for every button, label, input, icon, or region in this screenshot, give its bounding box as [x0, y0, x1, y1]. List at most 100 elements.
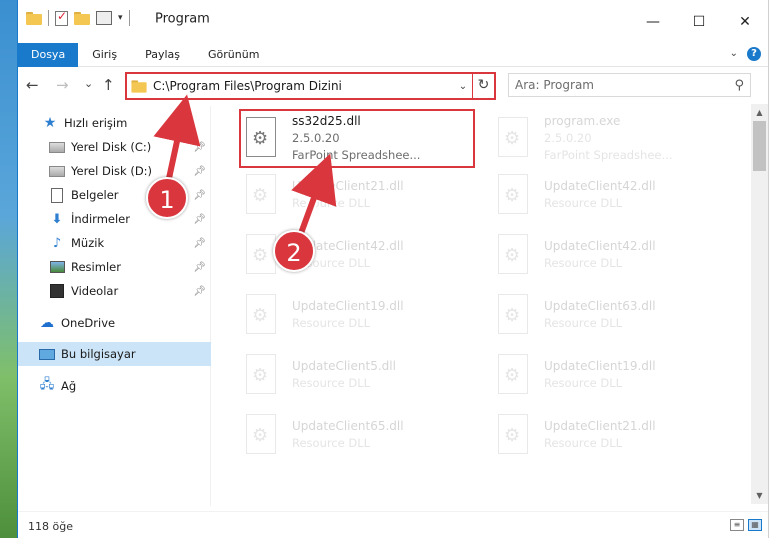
file-item[interactable]: UpdateClient21.dll Resource DLL: [244, 166, 484, 224]
vertical-scrollbar[interactable]: ▲ ▼: [751, 104, 768, 504]
dll-file-icon: [244, 174, 278, 216]
scroll-thumb[interactable]: [753, 121, 766, 171]
search-input[interactable]: [515, 78, 735, 92]
help-icon[interactable]: ?: [747, 47, 761, 61]
file-description: Resource DLL: [292, 196, 371, 210]
tab-file[interactable]: Dosya: [18, 42, 79, 67]
pin-icon[interactable]: 📌︎: [193, 238, 206, 249]
window-title: Program: [155, 11, 210, 27]
pictures-icon: [49, 259, 65, 275]
sidebar-item-local-disk-c[interactable]: Yerel Disk (C:) 📌︎: [18, 135, 211, 159]
file-item[interactable]: UpdateClient42.dll Resource DLL: [496, 166, 736, 224]
file-item[interactable]: UpdateClient19.dll Resource DLL: [496, 346, 736, 404]
scroll-down-icon[interactable]: ▼: [751, 487, 768, 504]
sidebar-item-pictures[interactable]: Resimler 📌︎: [18, 255, 211, 279]
properties-check-icon[interactable]: [55, 9, 68, 26]
sidebar-item-label: Hızlı erişim: [64, 116, 128, 130]
sidebar-item-network[interactable]: 🖧︎ Ağ: [18, 374, 211, 398]
tab-home[interactable]: Giriş: [78, 43, 131, 67]
back-button[interactable]: ←: [26, 76, 39, 94]
chevron-down-icon[interactable]: ⌄: [454, 81, 472, 92]
computer-icon: [39, 346, 55, 362]
dll-file-icon: [496, 294, 530, 336]
sidebar-item-videos[interactable]: Videolar 📌︎: [18, 279, 211, 303]
file-item-program-exe[interactable]: program.exe 2.5.0.20 FarPoint Spreadshee…: [496, 109, 736, 167]
sidebar-item-label: Resimler: [71, 260, 121, 274]
maximize-button[interactable]: ☐: [676, 8, 722, 36]
forward-button[interactable]: →: [56, 76, 69, 94]
dll-file-icon: [244, 117, 278, 159]
sidebar-item-label: Ağ: [61, 379, 77, 393]
file-description: Resource DLL: [544, 256, 623, 270]
close-button[interactable]: ✕: [722, 8, 768, 36]
dll-file-icon: [496, 414, 530, 456]
sidebar-item-local-disk-d[interactable]: Yerel Disk (D:) 📌︎: [18, 159, 211, 183]
sidebar-item-label: Videolar: [71, 284, 119, 298]
file-name: ss32d25.dll: [292, 113, 361, 128]
search-box[interactable]: ⚲: [508, 73, 751, 97]
recent-locations-button[interactable]: ⌄: [84, 77, 93, 90]
sidebar-item-onedrive[interactable]: ☁ OneDrive: [18, 311, 211, 335]
document-icon: [49, 187, 65, 203]
ribbon-expand-icon[interactable]: ⌄: [730, 48, 738, 59]
file-item[interactable]: UpdateClient63.dll Resource DLL: [496, 286, 736, 344]
explorer-window: ▾ Program — ☐ ✕ Dosya Giriş Paylaş Görün…: [17, 0, 769, 538]
file-name: UpdateClient63.dll: [544, 299, 656, 313]
pin-icon[interactable]: 📌︎: [193, 142, 206, 153]
file-item[interactable]: UpdateClient42.dll Resource DLL: [496, 226, 736, 284]
file-name: UpdateClient21.dll: [292, 179, 404, 193]
pin-icon[interactable]: 📌︎: [193, 166, 206, 177]
dll-file-icon: [496, 354, 530, 396]
file-description: FarPoint Spreadshee...: [292, 147, 421, 162]
title-bar: ▾ Program — ☐ ✕: [18, 0, 768, 38]
sidebar-item-label: Müzik: [71, 236, 105, 250]
dll-file-icon: [244, 354, 278, 396]
search-icon[interactable]: ⚲: [734, 78, 744, 93]
chevron-down-icon[interactable]: ▾: [118, 13, 123, 23]
videos-icon: [49, 283, 65, 299]
file-item[interactable]: UpdateClient65.dll Resource DLL: [244, 406, 484, 464]
folder-icon: [131, 79, 147, 93]
scroll-up-icon[interactable]: ▲: [751, 104, 768, 121]
tiles-view-icon[interactable]: ▦: [748, 519, 762, 531]
tab-view[interactable]: Görünüm: [194, 43, 273, 67]
music-icon: ♪: [52, 235, 62, 251]
file-description: Resource DLL: [544, 196, 623, 210]
step-1-badge: 1: [146, 177, 188, 219]
file-name: UpdateClient19.dll: [544, 359, 656, 373]
navigation-pane: ★ Hızlı erişim Yerel Disk (C:) 📌︎ Yerel …: [18, 106, 211, 506]
cloud-icon: ☁: [40, 315, 54, 331]
file-item[interactable]: UpdateClient19.dll Resource DLL: [244, 286, 484, 344]
address-path[interactable]: C:\Program Files\Program Dizini: [153, 79, 454, 93]
file-name: UpdateClient42.dll: [544, 239, 656, 253]
up-button[interactable]: ↑: [102, 76, 115, 94]
download-icon: ⬇: [51, 211, 63, 227]
pin-icon[interactable]: 📌︎: [193, 262, 206, 273]
file-item[interactable]: UpdateClient21.dll Resource DLL: [496, 406, 736, 464]
file-name: program.exe: [544, 113, 621, 128]
file-item-ss32d25[interactable]: ss32d25.dll 2.5.0.20 FarPoint Spreadshee…: [244, 109, 484, 167]
status-bar: 118 öğe ≡ ▦: [18, 511, 768, 538]
dll-file-icon: [244, 294, 278, 336]
disk-icon: [49, 139, 65, 155]
sidebar-item-label: Belgeler: [71, 188, 119, 202]
customize-toolbar-icon[interactable]: [96, 11, 112, 25]
exe-file-icon: [496, 117, 530, 159]
new-folder-icon[interactable]: [74, 11, 90, 25]
sidebar-item-this-pc[interactable]: Bu bilgisayar: [18, 342, 211, 366]
dll-file-icon: [496, 174, 530, 216]
sidebar-item-quick-access[interactable]: ★ Hızlı erişim: [18, 111, 211, 135]
file-item[interactable]: UpdateClient5.dll Resource DLL: [244, 346, 484, 404]
pin-icon[interactable]: 📌︎: [193, 286, 206, 297]
file-name: UpdateClient65.dll: [292, 419, 404, 433]
details-view-icon[interactable]: ≡: [730, 519, 744, 531]
sidebar-item-music[interactable]: ♪ Müzik 📌︎: [18, 231, 211, 255]
pin-icon[interactable]: 📌︎: [193, 190, 206, 201]
file-version: 2.5.0.20: [292, 130, 340, 145]
file-list: ss32d25.dll 2.5.0.20 FarPoint Spreadshee…: [226, 104, 756, 504]
refresh-icon[interactable]: ↻: [472, 74, 494, 98]
pin-icon[interactable]: 📌︎: [193, 214, 206, 225]
address-bar[interactable]: C:\Program Files\Program Dizini ⌄ ↻: [125, 72, 496, 100]
minimize-button[interactable]: —: [630, 8, 676, 36]
tab-share[interactable]: Paylaş: [131, 43, 194, 67]
